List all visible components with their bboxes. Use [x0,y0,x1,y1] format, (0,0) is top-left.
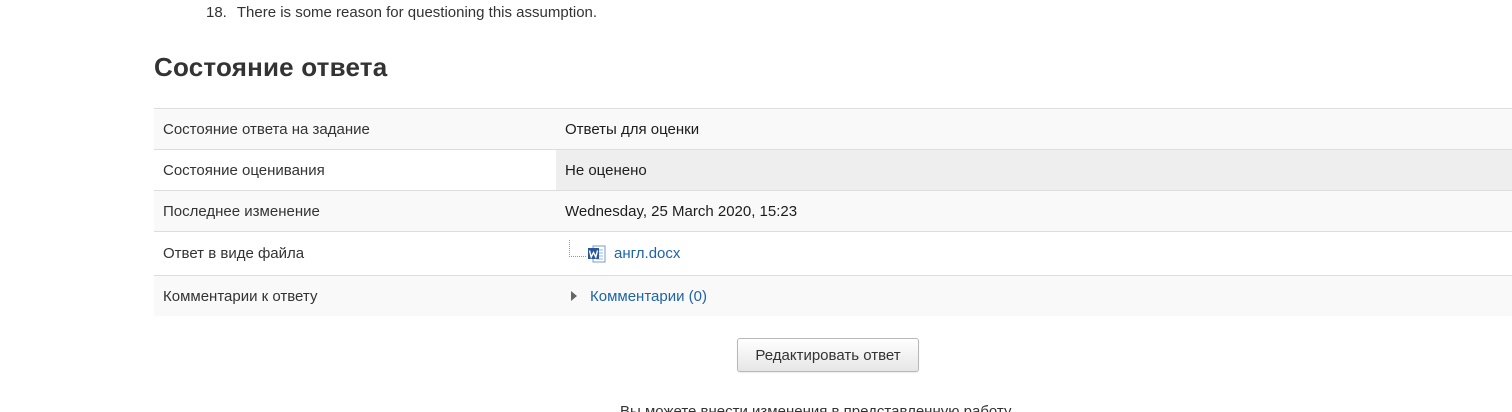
file-submission-label: Ответ в виде файла [154,231,556,276]
table-row: Последнее изменение Wednesday, 25 March … [154,190,1512,232]
last-modified-label: Последнее изменение [154,190,556,232]
submission-status-value: Ответы для оценки [556,108,1512,150]
submission-status-table: Состояние ответа на задание Ответы для о… [154,108,1512,316]
submission-status-page: 18. There is some reason for questioning… [0,0,1512,412]
file-link[interactable]: англ.docx [614,245,680,262]
file-tree: англ.docx [565,240,1503,263]
grading-status-label: Состояние оценивания [154,149,556,191]
word-doc-icon [588,245,606,262]
table-row: Комментарии к ответу Комментарии (0) [154,275,1512,316]
list-item-number: 18. [206,4,227,21]
tree-connector [569,240,586,257]
file-submission-value: англ.docx [556,231,1512,276]
table-row: Состояние оценивания Не оценено [154,149,1512,191]
table-row: Ответ в виде файла англ.docx [154,231,1512,276]
submission-comments-label: Комментарии к ответу [154,275,556,316]
grading-status-value: Не оценено [556,149,1512,191]
table-row: Состояние ответа на задание Ответы для о… [154,108,1512,150]
section-title: Состояние ответа [154,52,388,82]
list-item-text: There is some reason for questioning thi… [236,4,598,21]
list-item: 18. There is some reason for questioning… [206,4,597,21]
expand-triangle-icon[interactable] [571,291,577,301]
comments-link[interactable]: Комментарии (0) [590,288,707,305]
edit-hint-text: Вы можете внести изменения в представлен… [620,403,1012,412]
last-modified-value: Wednesday, 25 March 2020, 15:23 [556,190,1512,232]
edit-submission-button[interactable]: Редактировать ответ [737,338,919,372]
comments-toggle[interactable]: Комментарии (0) [565,288,1503,305]
submission-status-label: Состояние ответа на задание [154,108,556,150]
submission-comments-value: Комментарии (0) [556,275,1512,316]
